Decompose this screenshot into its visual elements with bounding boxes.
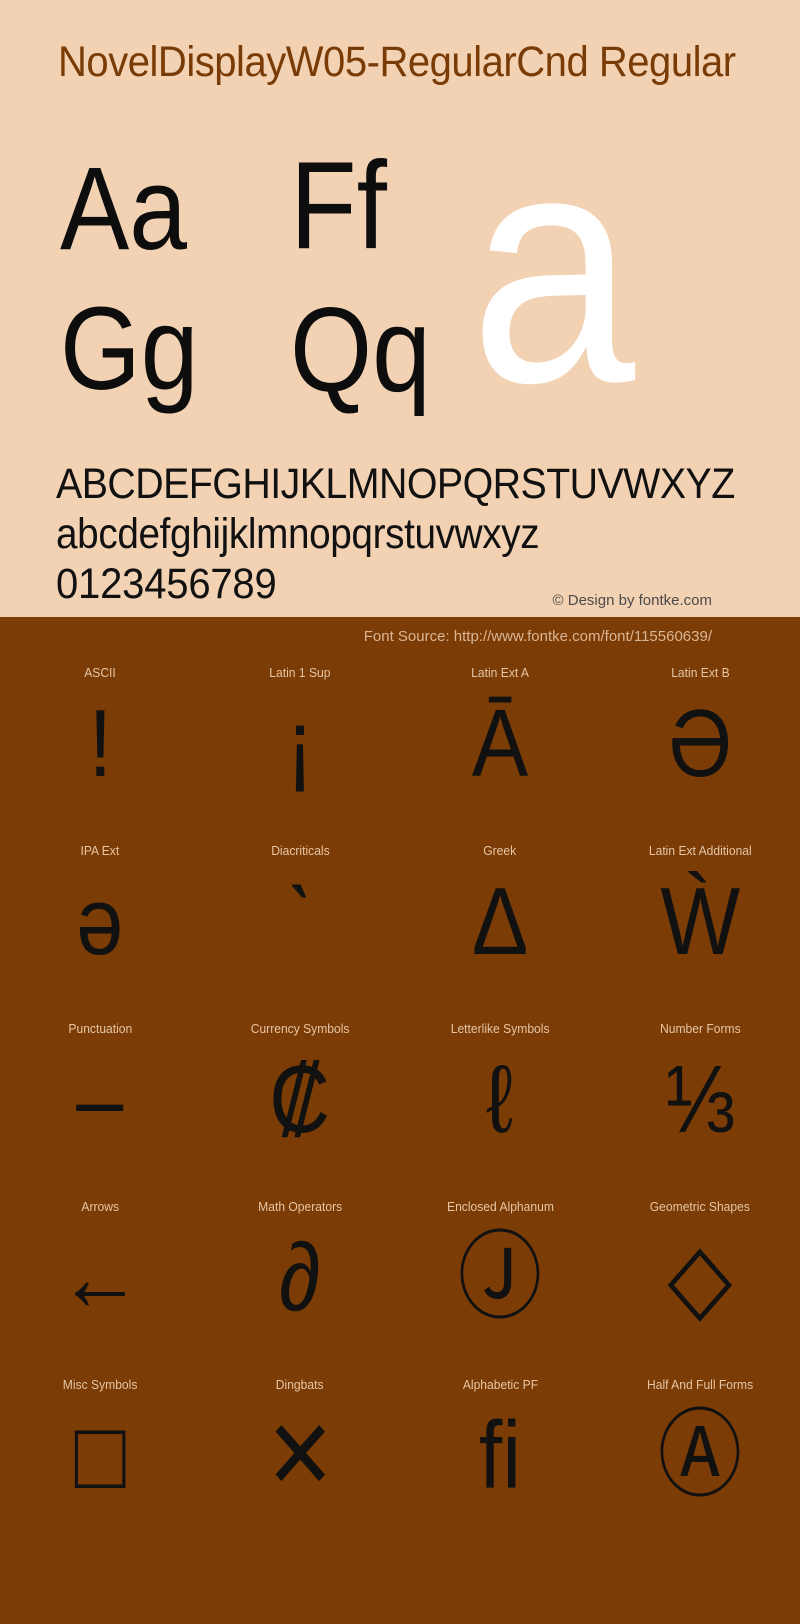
unicode-block-glyph: Ⓙ (457, 1224, 543, 1331)
unicode-block-glyph: Ⓐ (657, 1402, 743, 1509)
unicode-block-glyph: – (76, 1046, 124, 1153)
specimen-preview-panel: NovelDisplayW05-RegularCnd Regular a Aa … (0, 0, 800, 617)
unicode-block-label: Number Forms (659, 1021, 741, 1036)
unicode-block-label: Diacriticals (270, 843, 330, 858)
unicode-block-glyph: ◇ (667, 1224, 733, 1331)
unicode-block-cell[interactable]: Punctuation – (0, 1001, 200, 1179)
unicode-block-label: Enclosed Alphanum (446, 1199, 554, 1214)
glyph-pair-qq: Qq (290, 283, 431, 417)
unicode-block-cell[interactable]: Half And Full Forms Ⓐ (600, 1357, 800, 1535)
unicode-block-glyph: ! (88, 690, 112, 797)
unicode-block-cell[interactable]: IPA Ext ə (0, 823, 200, 1001)
unicode-block-glyph: □ (74, 1402, 126, 1509)
unicode-block-cell[interactable]: ASCII! (0, 645, 200, 823)
unicode-block-cell[interactable]: Alphabetic PF ﬁ (400, 1357, 600, 1535)
unicode-blocks-panel: Font Source: http://www.fontke.com/font/… (0, 617, 800, 1624)
unicode-block-cell[interactable]: Greek Δ (400, 823, 600, 1001)
unicode-block-label: IPA Ext (80, 843, 120, 858)
unicode-block-cell[interactable]: Letterlike Symbols ℓ (400, 1001, 600, 1179)
unicode-block-label: Math Operators (257, 1199, 342, 1214)
glyph-pair-aa: Aa (60, 143, 188, 275)
unicode-block-glyph: ✕ (264, 1402, 336, 1509)
unicode-block-label: ASCII (84, 665, 116, 680)
unicode-block-label: Arrows (81, 1199, 119, 1214)
watermark-glyph: a (470, 82, 636, 451)
unicode-block-label: Currency Symbols (250, 1021, 350, 1036)
unicode-block-glyph: ⅓ (664, 1046, 736, 1153)
unicode-block-glyph: ¡ (285, 690, 315, 797)
unicode-block-label: Misc Symbols (62, 1377, 138, 1392)
unicode-block-cell[interactable]: Latin Ext Additional Ẁ (600, 823, 800, 1001)
alphabet-samples: ABCDEFGHIJKLMNOPQRSTUVWXYZ abcdefghijklm… (56, 460, 756, 608)
unicode-block-glyph: ← (57, 1224, 143, 1331)
font-specimen-page: NovelDisplayW05-RegularCnd Regular a Aa … (0, 0, 800, 1624)
unicode-block-label: Latin Ext Additional (648, 843, 752, 858)
glyph-showcase: a Aa Ff Gg Qq (0, 102, 800, 440)
unicode-block-glyph: ˋ (285, 868, 315, 975)
unicode-block-label: Greek (483, 843, 517, 858)
unicode-block-glyph: Δ (471, 868, 529, 975)
unicode-block-glyph: ∂ (279, 1224, 321, 1331)
unicode-block-cell[interactable]: Geometric Shapes ◇ (600, 1179, 800, 1357)
glyph-pair-ff: Ff (290, 137, 387, 275)
unicode-block-glyph: ə (76, 868, 124, 975)
design-credit: © Design by fontke.com (552, 592, 712, 609)
unicode-block-cell[interactable]: Dingbats ✕ (200, 1357, 400, 1535)
uppercase-alphabet: ABCDEFGHIJKLMNOPQRSTUVWXYZ (56, 460, 735, 508)
unicode-block-label: Alphabetic PF (462, 1377, 538, 1392)
unicode-block-cell[interactable]: Currency Symbols ₡ (200, 1001, 400, 1179)
unicode-block-glyph: ﬁ (478, 1402, 522, 1509)
unicode-block-glyph: ₡ (269, 1046, 331, 1153)
unicode-block-label: Half And Full Forms (646, 1377, 754, 1392)
unicode-block-cell[interactable]: Arrows ← (0, 1179, 200, 1357)
unicode-block-label: Letterlike Symbols (450, 1021, 550, 1036)
unicode-block-cell[interactable]: Diacriticals ˋ (200, 823, 400, 1001)
unicode-block-label: Punctuation (68, 1021, 132, 1036)
unicode-block-glyph: Ā (471, 690, 529, 797)
unicode-block-cell[interactable]: Latin Ext A Ā (400, 645, 600, 823)
unicode-block-cell[interactable]: Number Forms ⅓ (600, 1001, 800, 1179)
unicode-block-glyph: Ə (668, 690, 732, 797)
unicode-block-cell[interactable]: Latin Ext B Ə (600, 645, 800, 823)
unicode-block-cell[interactable]: Latin 1 Sup ¡ (200, 645, 400, 823)
unicode-block-glyph: Ẁ (660, 868, 740, 975)
font-title: NovelDisplayW05-RegularCnd Regular (58, 38, 736, 86)
unicode-block-label: Dingbats (276, 1377, 324, 1392)
unicode-block-label: Latin Ext A (471, 665, 529, 680)
unicode-block-cell[interactable]: Math Operators ∂ (200, 1179, 400, 1357)
glyph-pair-gg: Gg (60, 283, 199, 415)
unicode-block-cell[interactable]: Enclosed Alphanum Ⓙ (400, 1179, 600, 1357)
unicode-block-glyph: ℓ (486, 1046, 514, 1153)
unicode-block-label: Geometric Shapes (649, 1199, 751, 1214)
unicode-block-grid: ASCII! Latin 1 Sup ¡ Latin Ext A Ā Latin Ext … (0, 645, 800, 1535)
unicode-block-label: Latin 1 Sup (269, 665, 331, 680)
font-source-link[interactable]: Font Source: http://www.fontke.com/font/… (364, 628, 712, 645)
lowercase-alphabet: abcdefghijklmnopqrstuvwxyz (56, 510, 540, 559)
unicode-block-cell[interactable]: Misc Symbols □ (0, 1357, 200, 1535)
unicode-block-label: Latin Ext B (670, 665, 730, 680)
